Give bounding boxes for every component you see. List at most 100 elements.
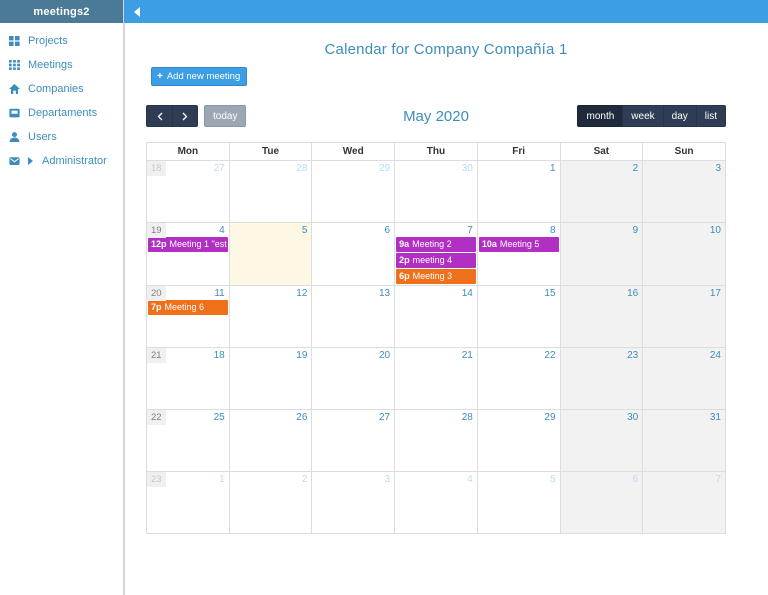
calendar-day-cell[interactable]: 29: [311, 160, 396, 223]
day-number[interactable]: 22: [478, 348, 560, 362]
sidebar-item-users[interactable]: Users: [0, 125, 123, 149]
calendar-day-cell[interactable]: 15: [476, 285, 561, 348]
calendar-day-cell[interactable]: 20 11 7p Meeting 6: [146, 285, 230, 348]
calendar-day-cell[interactable]: 26: [228, 409, 313, 472]
day-number[interactable]: 30: [561, 410, 643, 424]
calendar-event[interactable]: 10a Meeting 5: [478, 237, 559, 252]
day-number[interactable]: 5: [230, 223, 312, 237]
view-day-button[interactable]: day: [662, 105, 696, 127]
sidebar-item-projects[interactable]: Projects: [0, 29, 123, 53]
day-number[interactable]: 29: [478, 410, 560, 424]
sidebar-item-administrator[interactable]: Administrator: [0, 149, 123, 173]
view-list-button[interactable]: list: [695, 105, 726, 127]
day-number[interactable]: 2: [230, 472, 312, 486]
calendar-day-cell[interactable]: 3: [311, 471, 396, 534]
calendar-day-cell[interactable]: 18 27: [146, 160, 230, 223]
day-number[interactable]: 17: [643, 286, 725, 300]
calendar-day-cell[interactable]: 19412pMeeting 1 "esto es: [146, 222, 230, 286]
calendar-day-cell[interactable]: 22 25: [146, 409, 230, 472]
calendar-day-cell[interactable]: 13: [311, 285, 396, 348]
day-number[interactable]: 19: [230, 348, 312, 362]
day-number[interactable]: 27: [312, 410, 394, 424]
calendar-event[interactable]: 6p Meeting 3: [396, 269, 476, 284]
calendar-event[interactable]: 2p meeting 4: [396, 253, 476, 268]
calendar-day-cell[interactable]: 24: [642, 347, 726, 410]
calendar-day-cell[interactable]: 2: [228, 471, 313, 534]
day-number[interactable]: 9: [561, 223, 643, 237]
calendar-event[interactable]: 7p Meeting 6: [148, 300, 228, 315]
day-number[interactable]: 16: [561, 286, 643, 300]
day-number[interactable]: 21: [395, 348, 477, 362]
day-number[interactable]: 6: [561, 472, 643, 486]
calendar-day-cell[interactable]: 8 10a Meeting 5: [476, 222, 561, 286]
day-number[interactable]: 3: [643, 161, 725, 175]
day-number[interactable]: 29: [312, 161, 394, 175]
view-month-button[interactable]: month: [577, 105, 623, 127]
calendar-day-cell[interactable]: 1: [476, 160, 561, 223]
view-week-button[interactable]: week: [622, 105, 663, 127]
calendar-day-cell[interactable]: 20: [311, 347, 396, 410]
calendar-day-cell[interactable]: 10: [642, 222, 726, 286]
calendar-day-cell[interactable]: 21 18: [146, 347, 230, 410]
sidebar-item-companies[interactable]: Companies: [0, 77, 123, 101]
calendar-day-cell[interactable]: 14: [394, 285, 478, 348]
day-number[interactable]: 24: [643, 348, 725, 362]
calendar-day-cell[interactable]: 27: [311, 409, 396, 472]
day-number[interactable]: 15: [478, 286, 560, 300]
calendar-day-cell[interactable]: 23: [559, 347, 644, 410]
calendar-day-cell[interactable]: 22: [476, 347, 561, 410]
sidebar-item-meetings[interactable]: Meetings: [0, 53, 123, 77]
calendar-day-cell[interactable]: 28: [228, 160, 313, 223]
day-number[interactable]: 1: [478, 161, 560, 175]
day-number[interactable]: 28: [395, 410, 477, 424]
day-number[interactable]: 28: [230, 161, 312, 175]
day-number[interactable]: 5: [478, 472, 560, 486]
calendar-day-cell[interactable]: 30: [394, 160, 478, 223]
calendar-day-cell[interactable]: 30: [559, 409, 644, 472]
next-month-button[interactable]: [172, 105, 198, 127]
day-number[interactable]: 2: [561, 161, 643, 175]
calendar-day-cell[interactable]: 21: [394, 347, 478, 410]
day-number[interactable]: 7: [395, 223, 477, 237]
calendar-day-cell[interactable]: 3: [642, 160, 726, 223]
calendar-event[interactable]: 9a Meeting 2: [396, 237, 476, 252]
day-number[interactable]: 12: [230, 286, 312, 300]
day-number[interactable]: 14: [395, 286, 477, 300]
calendar-day-cell[interactable]: 23 1: [146, 471, 230, 534]
calendar-day-cell[interactable]: 6: [559, 471, 644, 534]
day-number[interactable]: 7: [643, 472, 725, 486]
day-number[interactable]: 30: [395, 161, 477, 175]
calendar-day-cell[interactable]: 16: [559, 285, 644, 348]
calendar-day-cell[interactable]: 5: [476, 471, 561, 534]
day-number[interactable]: 20: [312, 348, 394, 362]
day-number[interactable]: 13: [312, 286, 394, 300]
calendar-day-cell[interactable]: 9: [559, 222, 644, 286]
day-number[interactable]: 23: [561, 348, 643, 362]
calendar-day-cell[interactable]: 29: [476, 409, 561, 472]
today-button[interactable]: today: [204, 105, 247, 127]
calendar-day-cell[interactable]: 6: [311, 222, 396, 286]
add-new-meeting-button[interactable]: + Add new meeting: [151, 67, 248, 86]
calendar-day-cell[interactable]: 7 9a Meeting 2 2p meeting 4 6p Meeting 3: [394, 222, 478, 286]
calendar-day-cell[interactable]: 31: [642, 409, 726, 472]
calendar-day-cell[interactable]: 28: [394, 409, 478, 472]
chevron-left-icon[interactable]: [129, 0, 145, 23]
calendar-day-cell[interactable]: 4: [394, 471, 478, 534]
day-number[interactable]: 10: [643, 223, 725, 237]
calendar-day-cell[interactable]: 7: [642, 471, 726, 534]
day-number[interactable]: 4: [395, 472, 477, 486]
calendar-day-cell[interactable]: 5: [228, 222, 313, 286]
prev-month-button[interactable]: [146, 105, 172, 127]
calendar-day-cell[interactable]: 17: [642, 285, 726, 348]
day-number[interactable]: 3: [312, 472, 394, 486]
day-number[interactable]: 31: [643, 410, 725, 424]
calendar-day-cell[interactable]: 12: [228, 285, 313, 348]
sidebar-item-departaments[interactable]: Departaments: [0, 101, 123, 125]
day-number[interactable]: 26: [230, 410, 312, 424]
day-number[interactable]: 6: [312, 223, 394, 237]
calendar-day-cell[interactable]: 19: [228, 347, 313, 410]
sidebar-brand[interactable]: meetings2: [0, 0, 123, 23]
calendar-day-cell[interactable]: 2: [559, 160, 644, 223]
calendar-event[interactable]: 12pMeeting 1 "esto es: [148, 237, 228, 252]
day-number[interactable]: 8: [478, 223, 560, 237]
